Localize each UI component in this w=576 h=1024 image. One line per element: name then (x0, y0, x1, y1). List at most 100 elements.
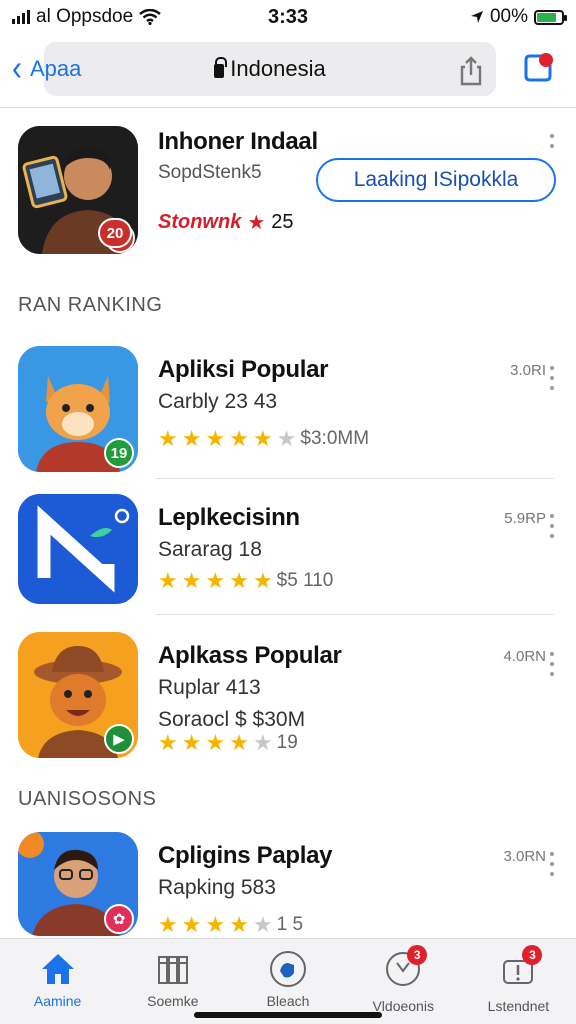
star-icon: ★ (205, 730, 226, 755)
featured-action-button[interactable]: Laaking ISipokkla (316, 158, 556, 202)
app-title: Cpligins Paplay (158, 842, 333, 869)
star-icon: ★ (229, 568, 249, 593)
back-label: Apaa (30, 56, 82, 81)
star-icon: ★ (252, 730, 273, 755)
battery-percent: 00% (489, 6, 528, 27)
tab-label: Soemke (147, 993, 199, 1009)
notification-badge: 3 (407, 945, 428, 965)
rating-text: $3:0MM (300, 428, 370, 449)
star-icon: ★ (252, 426, 273, 451)
star-icon: ★ (252, 568, 273, 593)
signal-icon (12, 10, 30, 24)
location-arrow-icon (470, 11, 483, 23)
compose-icon[interactable] (522, 52, 554, 84)
back-button[interactable]: ‹ Apaa (12, 48, 82, 89)
star-icon: ★ (181, 568, 202, 593)
star-icon: ★ (205, 912, 226, 937)
divider (156, 614, 554, 615)
more-options-icon[interactable] (550, 852, 554, 882)
tab-label: Vldoeonis (372, 998, 434, 1014)
nav-bar: Indonesia ‹ Apaa (0, 36, 576, 102)
star-icon: ★ (205, 426, 226, 451)
star-icon: ★ (158, 568, 178, 593)
address-bar[interactable]: Indonesia (44, 42, 496, 96)
tab-updates[interactable]: 3 Lstendnet (461, 939, 576, 1024)
carrier-label: al Oppsdoe (36, 6, 134, 27)
star-icon: ★ (252, 912, 273, 937)
house-icon (41, 954, 74, 984)
more-options-icon[interactable] (550, 366, 554, 396)
list-item[interactable]: Leplkecisinn Sararag 18 ★ ★ ★ ★ ★ $5 110 5.9… (0, 494, 576, 634)
star-icon: ★ (181, 912, 202, 937)
star-rating: ★ ★ ★ ★ ★ 1 5 (158, 914, 303, 936)
star-icon: ★ (158, 730, 178, 755)
hand-icon (270, 951, 306, 987)
tab-label: Bleach (266, 993, 310, 1009)
flower-badge-icon: ✿ (104, 904, 134, 934)
icon-badge: 20 (98, 218, 132, 248)
featured-rating-word: Stonwnk (158, 211, 242, 233)
avatar-app-icon: ✿ (18, 832, 138, 936)
featured-rating: Stonwnk ★ 25 (158, 210, 294, 235)
section-header: UANISOSONS (18, 788, 157, 810)
app-meta: 3.0RN (503, 848, 546, 865)
app-subtitle: Sararag 18 (158, 538, 262, 561)
rating-text: $5 110 (276, 570, 334, 591)
app-title: Leplkecisinn (158, 504, 300, 531)
status-time: 3:33 (267, 5, 309, 28)
app-subtitle: Ruplar 413 (158, 676, 261, 699)
star-rating: ★ ★ ★ ★ ★ $5 110 (158, 570, 333, 592)
star-icon: ★ (181, 426, 202, 451)
status-bar: al Oppsdoe 3:33 00% (0, 0, 576, 34)
explorer-app-icon: ▶ (18, 632, 138, 758)
star-icon: ★ (205, 568, 226, 593)
featured-rating-count: 25 (271, 211, 294, 233)
share-icon[interactable] (454, 54, 488, 88)
list-item[interactable]: 19 Apliksi Popular Carbly 23 43 ★ ★ ★ ★ ★ ★ $… (0, 346, 576, 486)
more-options-icon[interactable] (550, 134, 554, 154)
icon-badge: 19 (104, 438, 134, 468)
star-icon: ★ (229, 426, 249, 451)
featured-app-icon: 20 (18, 126, 138, 254)
tab-label: Aamine (33, 993, 82, 1009)
featured-app[interactable]: 20 Inhoner Indaal SopdStenk5 Stonwnk ★ 2… (0, 120, 576, 270)
app-subtitle: Carbly 23 43 (158, 390, 278, 413)
play-badge-icon: ▶ (104, 724, 134, 754)
rating-text: 1 5 (276, 914, 304, 935)
star-icon: ★ (229, 912, 249, 937)
chevron-left-icon: ‹ (12, 48, 22, 89)
notification-badge: 3 (522, 945, 543, 965)
lock-icon (214, 57, 228, 78)
star-icon: ★ (276, 426, 297, 451)
battery-icon (534, 9, 567, 25)
app-subtitle: Rapking 583 (158, 876, 276, 899)
star-icon: ★ (229, 730, 249, 755)
home-indicator (194, 1012, 382, 1018)
wifi-icon (139, 9, 161, 25)
list-item[interactable]: ▶ Aplkass Popular Ruplar 413 Soraocl $ $… (0, 632, 576, 772)
featured-subtitle: SopdStenk5 (158, 162, 262, 183)
n-logo-app-icon (18, 494, 138, 604)
app-subtitle-2: Soraocl $ $30M (158, 708, 306, 731)
app-title: Aplkass Popular (158, 642, 342, 669)
star-rating: ★ ★ ★ ★ ★ ★ $3:0MM (158, 428, 369, 450)
star-icon: ★ (247, 212, 266, 234)
address-title: Indonesia (230, 56, 326, 81)
star-rating: ★ ★ ★ ★ ★ 19 (158, 732, 298, 754)
star-icon: ★ (158, 912, 178, 937)
star-icon: ★ (181, 730, 202, 755)
divider (156, 478, 554, 479)
star-icon: ★ (158, 426, 178, 451)
tab-home[interactable]: Aamine (0, 939, 115, 1024)
more-options-icon[interactable] (550, 652, 554, 682)
section-header-ranking: RAN RANKING (18, 294, 163, 316)
fox-app-icon: 19 (18, 346, 138, 472)
books-icon (157, 956, 188, 984)
n-logo-icon (18, 494, 138, 604)
more-options-icon[interactable] (550, 514, 554, 544)
rating-text: 19 (276, 732, 298, 753)
app-meta: 3.0RI (510, 362, 546, 379)
app-title: Apliksi Popular (158, 356, 329, 383)
tab-label: Lstendnet (487, 998, 550, 1014)
featured-title: Inhoner Indaal (158, 128, 318, 155)
